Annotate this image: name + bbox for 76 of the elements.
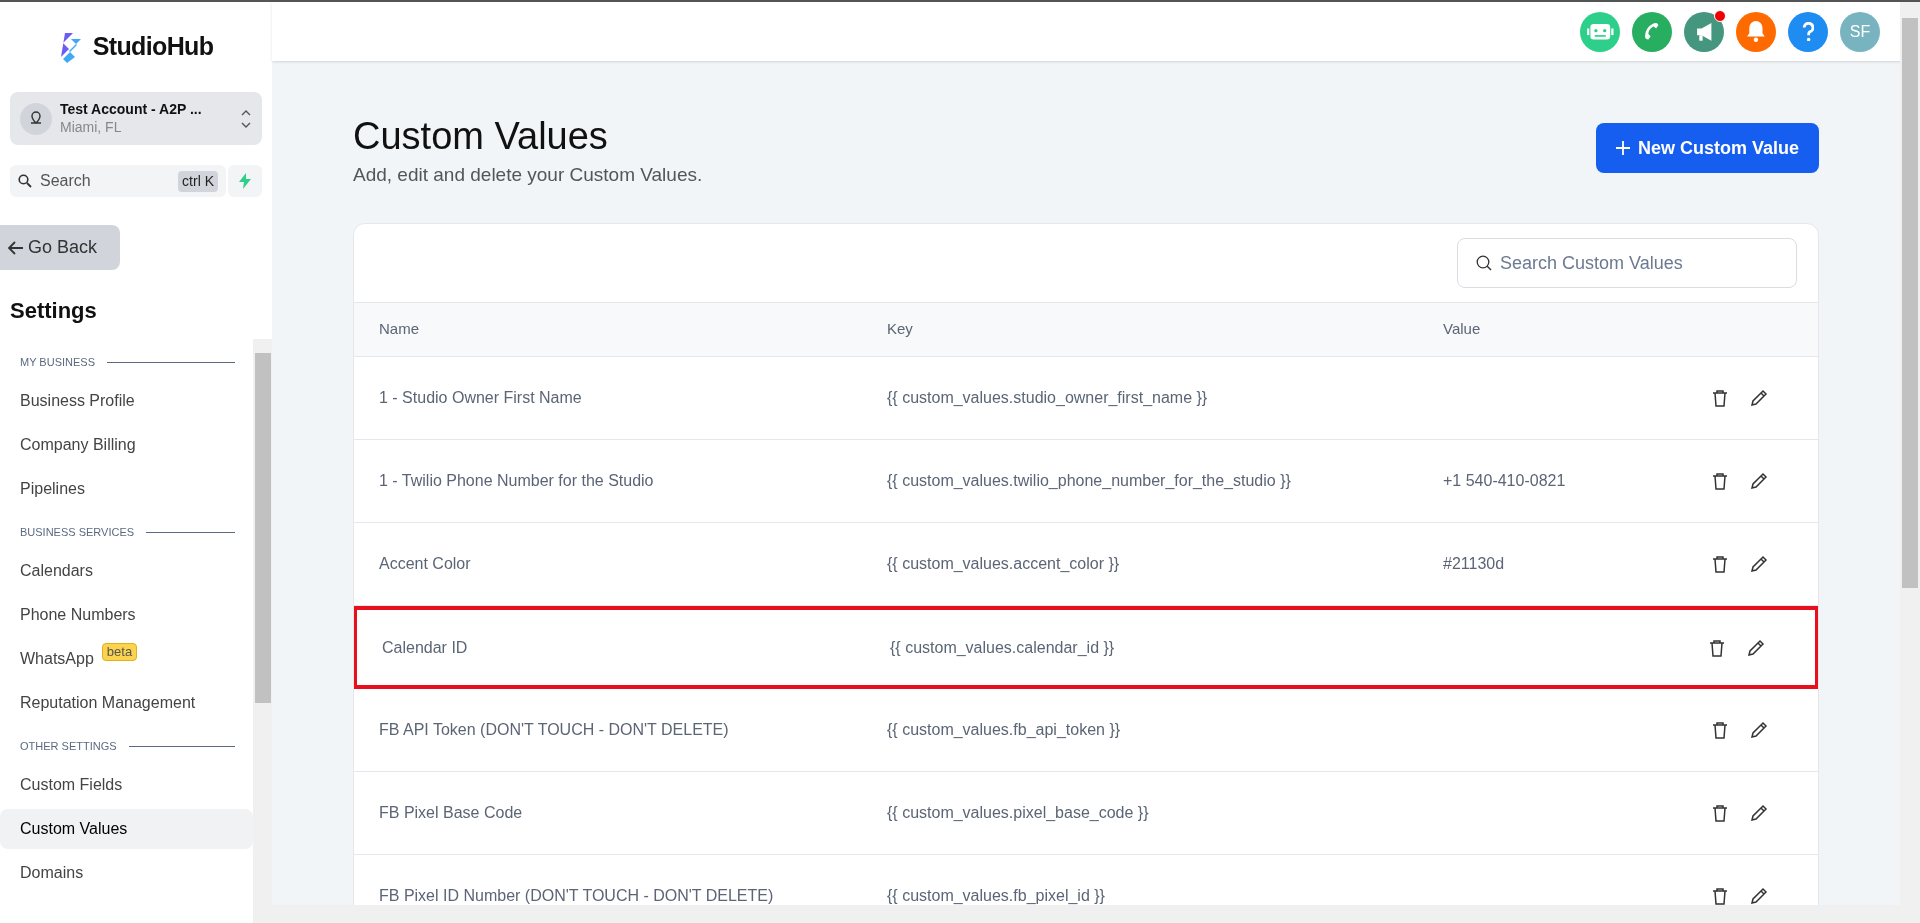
new-custom-value-button[interactable]: New Custom Value [1595, 123, 1819, 173]
plus-icon [1615, 141, 1630, 155]
table-cell: FB Pixel ID Number (DON'T TOUCH - DON'T DELETE) [379, 887, 774, 904]
account-switcher[interactable]: Test Account - A2P ... Miami, FL [10, 92, 262, 145]
sidebar-item[interactable]: Custom Fields [0, 765, 253, 805]
lightning-icon [239, 173, 251, 189]
robot-icon [1585, 22, 1615, 41]
bell-icon [1746, 19, 1766, 44]
go-back-button[interactable]: Go Back [0, 225, 120, 270]
table-cell: {{ custom_values.pixel_base_code }} [887, 804, 1149, 821]
trash-icon[interactable] [1712, 472, 1728, 490]
edit-icon[interactable] [1750, 887, 1768, 905]
column-header: Value [1443, 319, 1482, 340]
section-heading: BUSINESS SERVICES [20, 524, 135, 540]
header-action-button[interactable] [1632, 11, 1672, 52]
table-cell: {{ custom_values.studio_owner_first_name }} [887, 389, 1208, 406]
beta-badge: beta [101, 643, 138, 661]
page-title: Custom Values [353, 114, 609, 159]
table-cell: {{ custom_values.fb_pixel_id }} [887, 887, 1105, 904]
sidebar-item[interactable]: Domains [0, 853, 253, 893]
trash-icon[interactable] [1712, 887, 1728, 905]
search-field[interactable]: Search Custom Values [1457, 238, 1797, 288]
sidebar-item[interactable]: Pipelines [0, 469, 253, 509]
trash-icon[interactable] [1712, 555, 1728, 573]
sidebar-item[interactable]: Custom Values [0, 809, 253, 849]
edit-icon[interactable] [1750, 555, 1768, 573]
location-pin-icon [20, 102, 52, 135]
scrollbar[interactable] [253, 339, 272, 923]
table-cell: FB API Token (DON'T TOUCH - DON'T DELETE) [379, 721, 729, 738]
section-heading: MY BUSINESS [20, 354, 95, 370]
edit-icon[interactable] [1750, 472, 1768, 490]
table-cell: {{ custom_values.accent_color }} [887, 555, 1120, 572]
sidebar-item[interactable]: Company Billing [0, 425, 253, 465]
edit-icon[interactable] [1747, 638, 1765, 657]
header-action-button[interactable] [1684, 11, 1724, 52]
table-cell: {{ custom_values.calendar_id }} [890, 638, 1115, 656]
arrow-left-icon [8, 240, 24, 255]
header-action-button[interactable] [1788, 11, 1828, 52]
table-cell: #21130d [1443, 555, 1505, 572]
column-header: Key [887, 319, 914, 340]
trash-icon[interactable] [1712, 389, 1728, 407]
sidebar-item[interactable]: Calendars [0, 551, 253, 591]
sidebar-item[interactable]: Reputation Management [0, 683, 253, 723]
sidebar-item[interactable]: Phone Numbers [0, 595, 253, 635]
vertical-scrollbar[interactable] [1900, 2, 1920, 923]
trash-icon[interactable] [1712, 721, 1728, 739]
search-icon [18, 174, 32, 188]
search-icon [1476, 255, 1492, 271]
edit-icon[interactable] [1750, 389, 1768, 407]
brand-name: StudioHub [92, 31, 214, 63]
megaphone-icon [1695, 21, 1713, 42]
table-cell: 1 - Studio Owner First Name [379, 389, 582, 406]
table-cell: {{ custom_values.twilio_phone_number_for_the_studio }} [887, 472, 1291, 489]
phone-icon [1644, 22, 1660, 41]
account-location: Miami, FL [60, 118, 123, 136]
table-cell: 1 - Twilio Phone Number for the Studio [379, 472, 654, 489]
table-cell: Accent Color [379, 555, 471, 572]
page-subtitle: Add, edit and delete your Custom Values. [353, 162, 703, 187]
shortcut-hint: ctrl K [178, 170, 218, 192]
table-cell: FB Pixel Base Code [379, 804, 523, 821]
edit-icon[interactable] [1750, 804, 1768, 822]
trash-icon[interactable] [1709, 638, 1725, 657]
header-action-button[interactable] [1736, 11, 1776, 52]
edit-icon[interactable] [1750, 721, 1768, 739]
table-cell: +1 540-410-0821 [1443, 472, 1566, 489]
column-header: Name [378, 319, 420, 340]
table-cell: {{ custom_values.fb_api_token }} [887, 721, 1121, 738]
sidebar-item[interactable]: WhatsApp beta [0, 639, 253, 679]
table-cell: Calendar ID [382, 638, 468, 656]
section-heading: OTHER SETTINGS [20, 738, 117, 754]
help-icon [1801, 21, 1815, 42]
trash-icon[interactable] [1712, 804, 1728, 822]
account-name: Test Account - A2P ... [60, 101, 203, 119]
search-field[interactable]: Search ctrl K [10, 165, 226, 197]
sidebar-title: Settings [10, 297, 98, 325]
sidebar-item[interactable]: Business Profile [0, 381, 253, 421]
